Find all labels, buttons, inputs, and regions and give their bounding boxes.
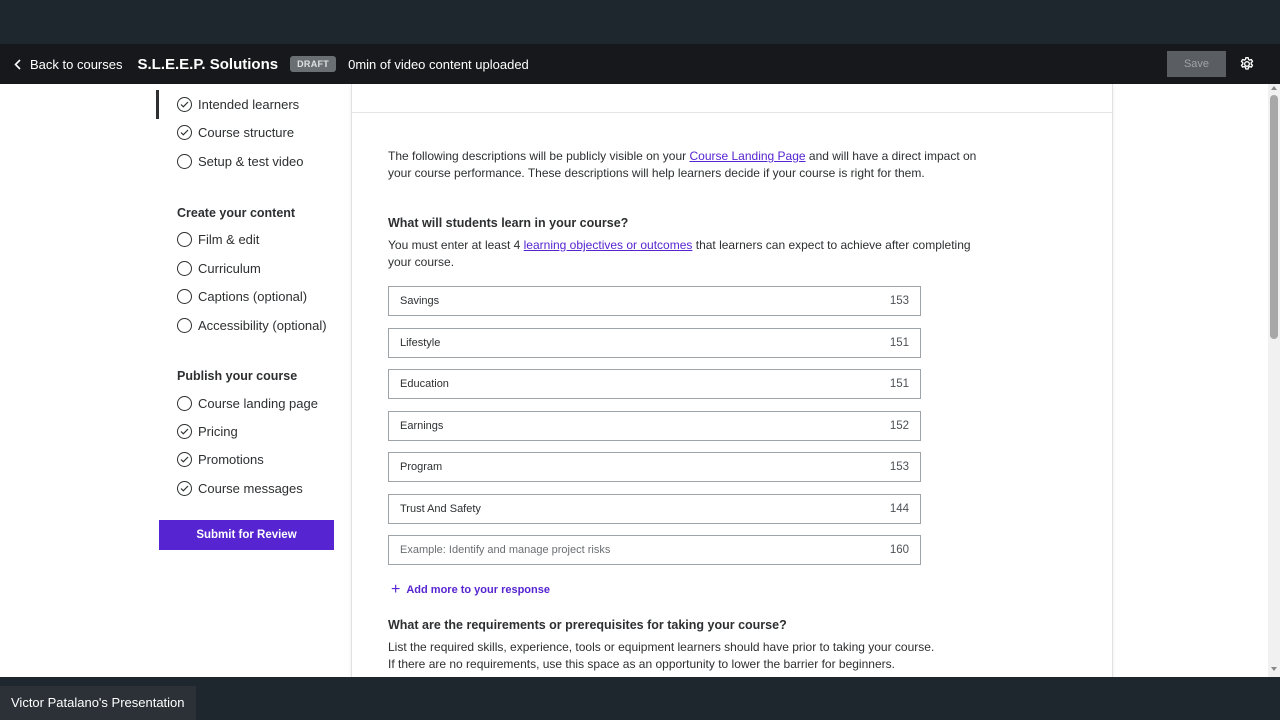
course-sidebar: Intended learners Course structure Setup &… [0,84,350,677]
objective-value: Trust And Safety [400,502,481,515]
create-content-heading: Create your content [177,206,296,220]
objective-input[interactable]: Lifestyle 151 [388,327,921,358]
check-circle-icon [177,97,192,112]
sidebar-item-label: Setup & test video [198,154,304,169]
submit-for-review-button[interactable]: Submit for Review [159,520,334,550]
sidebar-item-label: Film & edit [198,232,260,247]
sidebar-item[interactable]: Course messages [177,481,303,496]
empty-circle-icon [177,261,192,276]
character-count: 152 [889,419,909,432]
save-button[interactable]: Save [1167,51,1226,77]
sidebar-item-label: Promotions [198,452,264,467]
sidebar-item[interactable]: Captions (optional) [177,289,307,304]
requirements-question-title: What are the requirements or prerequisit… [388,618,787,632]
course-landing-page-link[interactable]: Course Landing Page [689,149,805,163]
objective-input[interactable]: Program 153 [388,452,921,482]
requirements-description: List the required skills, experience, to… [388,639,1088,673]
character-count: 144 [889,502,909,515]
intro-text: The following descriptions will be publi… [388,148,988,182]
back-to-courses-link[interactable]: Back to courses [14,57,123,72]
empty-circle-icon [177,396,192,411]
status-badge: DRAFT [290,56,337,72]
sidebar-item[interactable]: Promotions [177,452,264,467]
sidebar-item-label: Captions (optional) [198,289,308,304]
objective-value: Savings [400,295,440,307]
objective-input[interactable]: Trust And Safety 144 [388,493,921,524]
objective-input[interactable]: Earnings 152 [388,410,921,441]
learn-question-title: What will students learn in your course? [388,216,629,230]
sidebar-item-label: Intended learners [198,97,300,112]
check-circle-icon [177,452,192,467]
learning-objectives-link[interactable]: learning objectives or outcomes [524,238,693,252]
objective-input-empty[interactable]: Example: Identify and manage project ris… [388,535,921,565]
sidebar-item-label: Curriculum [198,261,261,276]
sidebar-item-label: Pricing [198,424,238,439]
learn-question-description: You must enter at least 4 learning objec… [388,237,988,271]
sidebar-item[interactable]: Course landing page [177,396,318,411]
sidebar-item[interactable]: Curriculum [177,261,261,276]
objective-value: Program [400,461,443,473]
presenter-label: Victor Patalano's Presentation [0,686,196,720]
presentation-top-bar [0,0,1280,44]
objective-value: Earnings [400,419,444,432]
sidebar-item-label: Course structure [198,125,295,140]
sidebar-item-label: Accessibility (optional) [198,318,327,333]
check-circle-icon [177,481,192,496]
sidebar-item[interactable]: Accessibility (optional) [177,318,327,333]
vertical-scrollbar[interactable] [1268,84,1280,677]
add-more-button[interactable]: + Add more to your response [391,581,550,598]
course-editor-window: Back to courses S.L.E.E.P. Solutions DRA… [0,44,1280,677]
scroll-up-arrow-icon[interactable] [1271,86,1277,90]
description-line: If there are no requirements, use this s… [388,657,895,671]
intro-text-part: The following descriptions will be publi… [388,149,690,163]
empty-circle-icon [177,154,192,169]
sidebar-item[interactable]: Setup & test video [177,154,304,169]
course-header: Back to courses S.L.E.E.P. Solutions DRA… [0,44,1280,84]
intended-learners-panel: The following descriptions will be publi… [351,84,1113,677]
character-count: 151 [889,336,909,349]
character-count: 160 [889,544,909,556]
course-title: S.L.E.E.P. Solutions [137,55,279,73]
back-label: Back to courses [30,56,123,72]
chevron-left-icon [14,58,21,70]
gear-icon[interactable] [1239,56,1255,72]
scroll-down-arrow-icon[interactable] [1271,667,1277,671]
objective-input[interactable]: Savings 153 [388,286,921,316]
description-line: List the required skills, experience, to… [388,640,935,654]
empty-circle-icon [177,318,192,333]
publish-course-heading: Publish your course [177,369,298,383]
character-count: 153 [889,295,909,307]
objective-placeholder: Example: Identify and manage project ris… [400,544,611,556]
empty-circle-icon [177,289,192,304]
upload-status: 0min of video content uploaded [348,56,529,72]
scrollbar-thumb[interactable] [1270,95,1278,339]
sidebar-item[interactable]: Intended learners [177,97,299,112]
objective-input[interactable]: Education 151 [388,369,921,399]
panel-divider [352,112,1112,113]
check-circle-icon [177,125,192,140]
active-indicator [156,90,159,119]
objective-value: Education [400,378,449,390]
sidebar-item[interactable]: Course structure [177,125,294,140]
sidebar-item[interactable]: Pricing [177,424,238,439]
check-circle-icon [177,424,192,439]
character-count: 151 [889,378,909,390]
objective-value: Lifestyle [400,336,441,349]
description-part: You must enter at least 4 [388,238,524,252]
sidebar-item-label: Course messages [198,481,303,496]
character-count: 153 [889,461,909,473]
plus-icon: + [391,581,401,598]
sidebar-item-label: Course landing page [198,396,318,411]
sidebar-item[interactable]: Film & edit [177,232,259,247]
empty-circle-icon [177,232,192,247]
add-more-label: Add more to your response [406,584,550,596]
